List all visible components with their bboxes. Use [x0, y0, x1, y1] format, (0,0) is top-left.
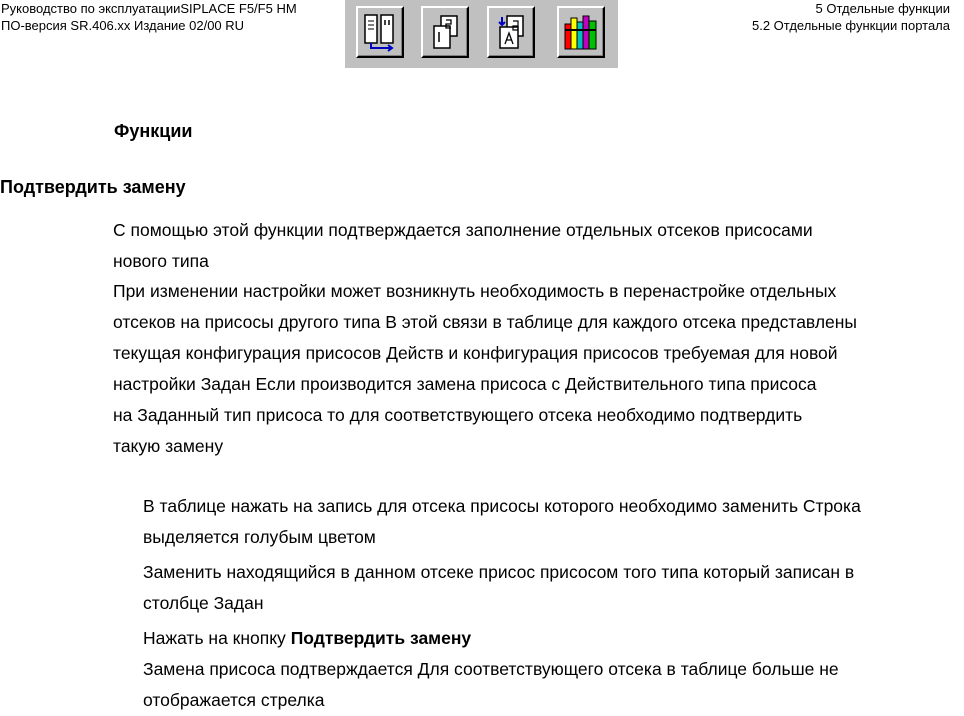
text-line: отсеков на присосы другого типа В этой с…: [113, 312, 858, 332]
text-line: нового типа: [113, 251, 209, 271]
text-line: выделяется голубым цветом: [143, 527, 376, 547]
manual-title: Руководство по эксплуатацииSIPLACE F5/F5…: [1, 1, 297, 16]
confirm-replacement-heading: Подтвердить замену: [0, 177, 186, 197]
text-line: текущая конфигурация присосов Действ и к…: [113, 343, 838, 363]
confirm-replacement-button-reference: Подтвердить замену: [290, 628, 472, 648]
library-button[interactable]: [557, 6, 605, 58]
text-line: Нажать на кнопку Подтвердить замену: [143, 623, 839, 654]
text-line: В таблице нажать на запись для отсека пр…: [143, 496, 861, 516]
details-paragraph: При изменении настройки может возникнуть…: [113, 276, 857, 462]
text-line: При изменении настройки может возникнуть…: [113, 281, 837, 301]
document-compare-icon: [364, 14, 394, 52]
text-line: С помощью этой функции подтверждается за…: [113, 220, 813, 240]
header-left: Руководство по эксплуатацииSIPLACE F5/F5…: [1, 0, 297, 34]
text-line: такую замену: [113, 436, 224, 456]
text-line: на Заданный тип присоса то для соответст…: [113, 405, 803, 425]
header-right: 5 Отдельные функции 5.2 Отдельные функци…: [752, 0, 950, 34]
books-icon: [564, 15, 597, 50]
step-press-button: Нажать на кнопку Подтвердить замену Заме…: [143, 623, 839, 716]
intro-paragraph: С помощью этой функции подтверждается за…: [113, 215, 813, 277]
page-arrow-icon: [498, 15, 524, 49]
functions-heading: Функции: [114, 121, 193, 141]
step-text: Нажать на кнопку: [143, 628, 291, 648]
text-line: настройки Задан Если производится замена…: [113, 374, 817, 394]
software-version: ПО-версия SR.406.xx Издание 02/00 RU: [1, 18, 245, 33]
page-arrow-button[interactable]: [487, 6, 535, 58]
copy-pages-button[interactable]: [421, 6, 469, 58]
step-replace-nozzle: Заменить находящийся в данном отсеке при…: [143, 557, 854, 619]
text-line: Замена присоса подтверждается Для соотве…: [143, 659, 839, 679]
step-select-row: В таблице нажать на запись для отсека пр…: [143, 491, 861, 553]
navigation-toolbar: [345, 0, 618, 68]
text-line: Заменить находящийся в данном отсеке при…: [143, 562, 855, 582]
text-line: отображается стрелка: [143, 690, 325, 710]
copy-pages-icon: [433, 15, 458, 49]
section-title: 5.2 Отдельные функции портала: [752, 18, 950, 33]
chapter-title: 5 Отдельные функции: [815, 1, 950, 16]
document-compare-button[interactable]: [356, 6, 404, 58]
text-line: столбце Задан: [143, 593, 264, 613]
